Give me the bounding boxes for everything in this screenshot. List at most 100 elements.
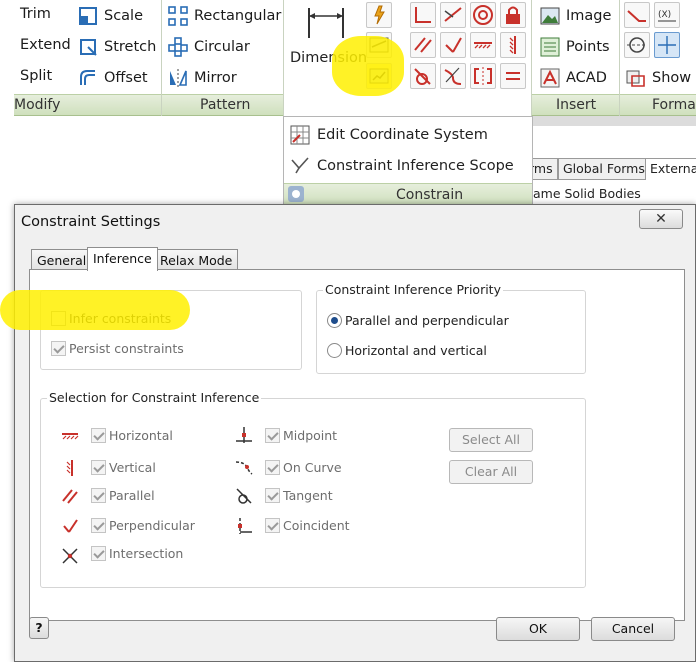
dialog-body: General Inference Relax Mode Infer const… — [19, 237, 691, 657]
on-curve-checkbox[interactable] — [265, 460, 280, 475]
show-constraints-button[interactable] — [366, 32, 392, 58]
pattern-panel-label: Pattern — [200, 97, 251, 113]
horizontal-checkbox[interactable] — [91, 428, 106, 443]
constraint-inference-scope-item[interactable]: Constraint Inference Scope — [290, 156, 514, 176]
rectangular-label: Rectangular — [194, 8, 282, 24]
inference-scope-icon — [291, 157, 309, 174]
image-icon — [540, 7, 560, 25]
image-button[interactable]: Image — [540, 6, 611, 26]
clear-all-button[interactable]: Clear All — [449, 460, 533, 484]
ok-label: OK — [528, 621, 548, 636]
acad-button[interactable]: ACAD — [540, 68, 607, 88]
coincident-checkbox[interactable] — [265, 518, 280, 533]
horizontal-vertical-radio[interactable] — [327, 343, 342, 358]
external-tab[interactable]: Externa — [645, 158, 696, 180]
intersection-checkbox[interactable] — [91, 546, 106, 561]
tangent-button[interactable] — [410, 63, 436, 89]
driven-dimension-button[interactable]: (X) — [654, 2, 680, 28]
cancel-label: Cancel — [611, 621, 655, 636]
extend-label: Extend — [20, 37, 71, 53]
midpoint-checkbox[interactable] — [265, 428, 280, 443]
horizontal-vertical-label: Horizontal and vertical — [345, 343, 487, 358]
concentric-constraint-button[interactable] — [470, 2, 496, 28]
dimension-button[interactable]: Dimension — [286, 2, 367, 92]
solid-bodies-text: ame Solid Bodies — [533, 186, 641, 201]
smooth-button[interactable] — [440, 63, 466, 89]
circular-label: Circular — [194, 39, 250, 55]
on-curve-icon — [235, 461, 253, 475]
perpendicular-constraint-button[interactable] — [410, 2, 436, 28]
circular-button[interactable]: Circular — [168, 37, 250, 57]
vertical-icon — [66, 460, 73, 476]
driven-dimension-icon: (X) — [658, 10, 676, 22]
edit-coordinate-system-item[interactable]: Edit Coordinate System — [290, 125, 488, 145]
symmetric-button[interactable] — [470, 63, 496, 89]
show-format-button[interactable]: Show F — [626, 68, 696, 88]
split-button[interactable]: Split — [20, 68, 52, 84]
points-button[interactable]: Points — [540, 37, 610, 57]
perpendicular-checkbox[interactable] — [91, 518, 106, 533]
ok-button[interactable]: OK — [496, 617, 580, 641]
points-icon — [540, 37, 560, 57]
modify-panel-bar[interactable]: Modify — [14, 94, 161, 116]
center-point-icon — [658, 36, 676, 54]
constrain-panel-label: Constrain — [396, 187, 464, 203]
extend-button[interactable]: Extend — [20, 37, 71, 53]
pin-icon — [288, 186, 304, 202]
offset-icon — [80, 70, 95, 85]
trim-label: Trim — [20, 6, 51, 22]
vertical-button[interactable] — [500, 32, 526, 58]
scale-button[interactable]: Scale — [78, 6, 143, 26]
tangent-checkbox[interactable] — [265, 488, 280, 503]
midpoint-label: Midpoint — [283, 428, 338, 443]
parallel-perpendicular-radio[interactable] — [327, 313, 342, 328]
mirror-button[interactable]: Mirror — [168, 68, 237, 88]
tab-inference[interactable]: Inference — [87, 247, 158, 271]
close-icon: ✕ — [655, 211, 667, 227]
center-point-button[interactable] — [654, 32, 680, 58]
auto-dimension-button[interactable] — [366, 2, 392, 28]
show-format-label: Show F — [652, 70, 696, 86]
stretch-button[interactable]: Stretch — [78, 37, 156, 57]
horizontal-icon — [62, 433, 79, 440]
tangent-icon — [236, 488, 252, 504]
tab-relax-mode[interactable]: Relax Mode — [154, 249, 239, 271]
pattern-panel-bar[interactable]: Pattern — [162, 94, 283, 116]
parallel-label: Parallel — [109, 488, 155, 503]
fix-constraint-button[interactable] — [500, 2, 526, 28]
insert-panel-bar[interactable]: Insert — [532, 94, 619, 116]
acad-icon — [540, 68, 560, 88]
parallel-icon — [414, 37, 432, 53]
intersection-icon — [62, 548, 78, 564]
construction-button[interactable] — [624, 2, 650, 28]
tab-inference-label: Inference — [93, 251, 152, 266]
select-all-button[interactable]: Select All — [449, 428, 533, 452]
cancel-button[interactable]: Cancel — [591, 617, 675, 641]
constrain-panel-bar[interactable]: Constrain — [284, 183, 532, 205]
tangent-icon — [414, 68, 431, 85]
intersection-label: Intersection — [109, 546, 184, 561]
select-all-label: Select All — [461, 432, 521, 447]
parallel-constraint-button[interactable] — [440, 2, 466, 28]
horizontal-button[interactable] — [470, 32, 496, 58]
perpendicular-button[interactable] — [440, 32, 466, 58]
svg-text:(X): (X) — [658, 10, 671, 20]
infer-constraints-checkbox[interactable] — [51, 311, 66, 326]
tab-general[interactable]: General — [31, 249, 93, 271]
rectangular-button[interactable]: Rectangular — [168, 6, 281, 26]
dialog-titlebar[interactable]: Constraint Settings ✕ — [15, 205, 695, 237]
help-button[interactable]: ? — [29, 617, 49, 639]
equal-button[interactable] — [500, 63, 526, 89]
persist-constraints-checkbox[interactable] — [51, 341, 66, 356]
global-forms-tab[interactable]: Global Forms — [558, 158, 650, 180]
vertical-checkbox[interactable] — [91, 460, 106, 475]
image-label: Image — [566, 8, 612, 24]
offset-button[interactable]: Offset — [78, 68, 148, 88]
format-panel-bar[interactable]: Forma — [620, 94, 696, 116]
parallel-checkbox[interactable] — [91, 488, 106, 503]
parallel-button[interactable] — [410, 32, 436, 58]
close-button[interactable]: ✕ — [639, 209, 683, 229]
centerline-button[interactable] — [624, 32, 650, 58]
constraint-settings-button[interactable] — [366, 63, 392, 89]
trim-button[interactable]: Trim — [20, 6, 51, 22]
